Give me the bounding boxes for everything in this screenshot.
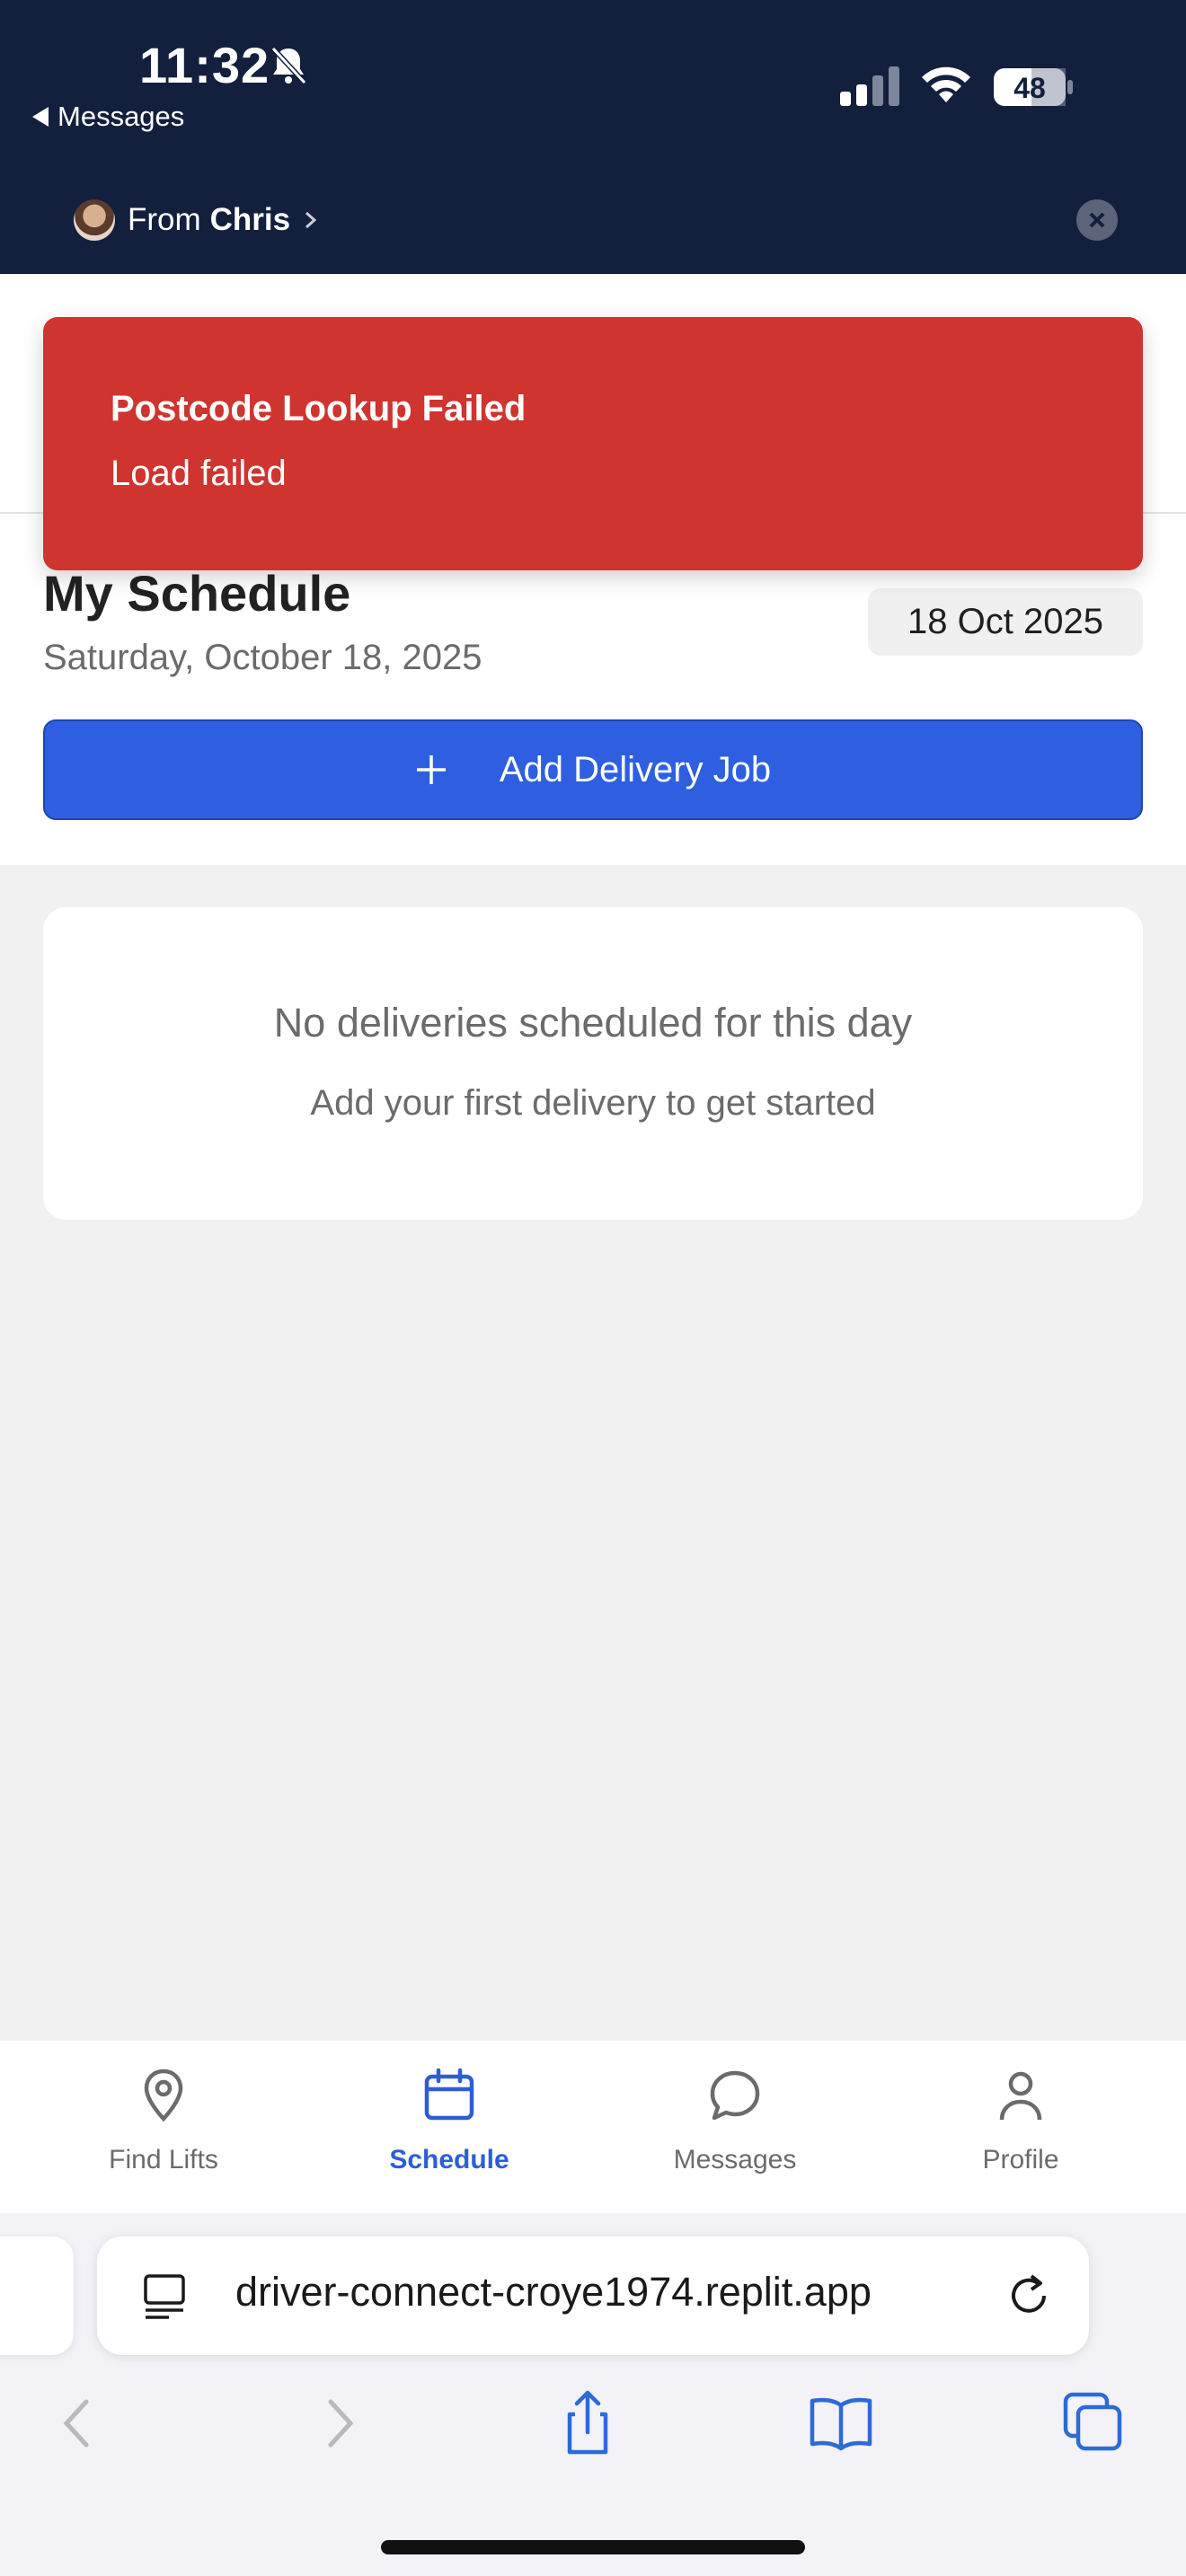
tab-label: Schedule <box>389 2145 509 2175</box>
empty-state-card <box>43 907 1143 1220</box>
add-delivery-job-button[interactable]: Add Delivery Job <box>43 719 1143 820</box>
map-pin-icon <box>144 2069 183 2122</box>
error-toast[interactable] <box>43 317 1143 570</box>
tab-profile[interactable]: Profile <box>904 2066 1137 2201</box>
home-indicator <box>381 2540 805 2554</box>
status-time: 11:32 <box>139 37 270 93</box>
back-to-messages[interactable]: Messages <box>32 101 184 133</box>
close-button[interactable] <box>1076 199 1118 241</box>
share-icon[interactable] <box>552 2389 624 2457</box>
battery-indicator: 48 <box>992 66 1075 108</box>
avatar <box>74 199 115 241</box>
bell-muted-icon <box>270 46 307 85</box>
close-icon <box>1089 212 1105 228</box>
chat-bubble-icon <box>710 2070 760 2121</box>
battery-icon: 48 <box>994 68 1073 106</box>
back-label: Messages <box>58 101 185 132</box>
page-menu-icon[interactable] <box>142 2272 187 2321</box>
chevron-right-icon <box>305 211 317 229</box>
calendar-icon <box>424 2068 474 2121</box>
tabs-icon[interactable] <box>1057 2389 1128 2457</box>
from-name: Chris <box>209 202 291 237</box>
tab-label: Profile <box>982 2145 1059 2175</box>
add-delivery-job-label: Add Delivery Job <box>499 749 772 790</box>
tab-label: Messages <box>673 2145 797 2175</box>
battery-level: 48 <box>1013 72 1046 104</box>
from-prefix: From <box>128 202 201 237</box>
notification-from[interactable]: From Chris <box>74 198 321 243</box>
empty-state-title: No deliveries scheduled for this day <box>273 1000 913 1045</box>
toast-title: Postcode Lookup Failed <box>111 389 527 428</box>
page-date: Saturday, October 18, 2025 <box>43 638 482 677</box>
bookmarks-icon[interactable] <box>805 2389 877 2457</box>
reload-icon[interactable] <box>1005 2269 1055 2321</box>
previous-tab-pill[interactable] <box>0 2236 74 2355</box>
wifi-icon <box>922 66 970 102</box>
url-text[interactable]: driver-connect-croye1974.replit.app <box>235 2269 872 2316</box>
page-title: My Schedule <box>43 565 351 622</box>
forward-arrow-icon[interactable] <box>302 2389 374 2457</box>
tab-label: Find Lifts <box>109 2145 218 2175</box>
tab-find-lifts[interactable]: Find Lifts <box>47 2066 280 2201</box>
cellular-signal-icon <box>840 66 899 106</box>
tab-messages[interactable]: Messages <box>618 2066 852 2201</box>
toast-message: Load failed <box>111 454 287 493</box>
back-arrow-icon[interactable] <box>43 2389 115 2457</box>
date-picker-badge[interactable]: 18 Oct 2025 <box>868 588 1143 656</box>
tab-schedule[interactable]: Schedule <box>332 2066 566 2201</box>
user-icon <box>999 2071 1042 2121</box>
plus-icon <box>416 755 446 784</box>
empty-state-subtitle: Add your first delivery to get started <box>310 1083 876 1123</box>
back-arrow-icon <box>32 107 49 127</box>
